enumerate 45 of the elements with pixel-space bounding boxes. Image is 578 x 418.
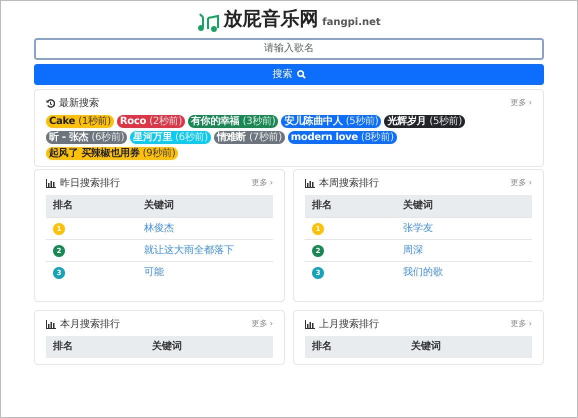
keyword-link[interactable]: 周深: [402, 244, 423, 256]
card-title: 最新搜索: [59, 96, 99, 110]
column-header: 排名: [46, 194, 137, 217]
search-tag[interactable]: 起风了 买辣椒也用券 (9秒前): [46, 146, 178, 160]
more-link[interactable]: 更多 ›: [510, 177, 532, 189]
search-tag[interactable]: 安儿陈曲中人 (5秒前): [281, 114, 382, 128]
column-header: 排名: [305, 336, 404, 358]
keyword-link[interactable]: 我们的歌: [402, 266, 443, 278]
search-tag[interactable]: 有你的幸福 (3秒前): [188, 114, 278, 128]
keyword-link[interactable]: 可能: [144, 266, 164, 278]
more-link[interactable]: 更多 ›: [510, 97, 532, 109]
search-tag[interactable]: 情难断 (7秒前): [214, 130, 285, 144]
bar-chart-icon: [46, 320, 56, 328]
search-tag[interactable]: 昕 - 张杰 (6秒前): [46, 130, 128, 144]
music-note-icon: [197, 12, 220, 34]
more-link[interactable]: 更多 ›: [510, 318, 532, 330]
card-title: 昨日搜索排行: [60, 176, 120, 190]
site-title: 放屁音乐网: [223, 7, 318, 32]
more-link[interactable]: 更多 ›: [251, 177, 273, 189]
site-domain: fangpi.net: [322, 16, 381, 30]
column-header: 关键词: [136, 194, 273, 217]
keyword-link[interactable]: 张学友: [402, 222, 433, 234]
keyword-link[interactable]: 就让这大雨全都落下: [144, 244, 234, 256]
search-tag[interactable]: modern love (8秒前): [288, 130, 397, 144]
column-header: 关键词: [404, 336, 532, 358]
search-button[interactable]: 搜索: [34, 64, 544, 84]
keyword-link[interactable]: 林俊杰: [144, 222, 174, 234]
column-header: 排名: [305, 194, 396, 217]
more-link[interactable]: 更多 ›: [251, 318, 273, 330]
card-title: 上月搜索排行: [319, 318, 379, 332]
search-tag[interactable]: Roco (2秒前): [116, 114, 185, 128]
card-title: 本周搜索排行: [319, 176, 379, 190]
column-header: 关键词: [396, 194, 532, 217]
bar-chart-icon: [305, 178, 315, 188]
history-icon: [46, 98, 55, 108]
search-icon: [296, 70, 306, 78]
search-field[interactable]: 请输入歌名: [34, 38, 544, 60]
bar-chart-icon: [46, 178, 56, 188]
bar-chart-icon: [305, 320, 315, 328]
search-tag[interactable]: Cake (1秒前): [46, 114, 114, 128]
column-header: 关键词: [144, 336, 273, 358]
column-header: 排名: [46, 336, 145, 358]
search-tag[interactable]: 星河万里 (6秒前): [130, 130, 211, 144]
card-title: 本月搜索排行: [60, 318, 120, 332]
search-tag[interactable]: 光辉岁月 (5秒前): [384, 114, 466, 128]
